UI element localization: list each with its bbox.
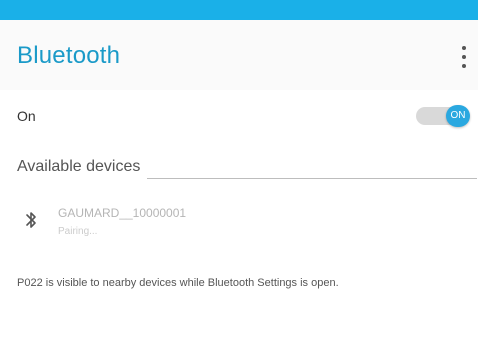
- device-status: Pairing...: [58, 226, 98, 237]
- visibility-message: P022 is visible to nearby devices while …: [17, 277, 339, 289]
- device-name: GAUMARD__10000001: [58, 206, 187, 220]
- bluetooth-state-label: On: [17, 108, 36, 124]
- available-devices-header: Available devices: [17, 158, 477, 182]
- toggle-thumb: ON: [446, 105, 470, 127]
- bluetooth-settings-screen: Bluetooth On ON Available devices GAUMAR…: [0, 0, 478, 362]
- available-devices-title: Available devices: [17, 158, 147, 176]
- status-bar: [0, 0, 478, 20]
- bluetooth-toggle[interactable]: ON: [416, 105, 472, 127]
- page-title: Bluetooth: [17, 42, 121, 69]
- app-bar: Bluetooth: [0, 20, 478, 90]
- bluetooth-on-row[interactable]: On ON: [0, 100, 478, 132]
- section-divider: [147, 178, 477, 179]
- device-list-item[interactable]: GAUMARD__10000001 Pairing...: [0, 200, 478, 246]
- bluetooth-icon: [26, 212, 36, 228]
- more-vertical-icon[interactable]: [458, 46, 470, 68]
